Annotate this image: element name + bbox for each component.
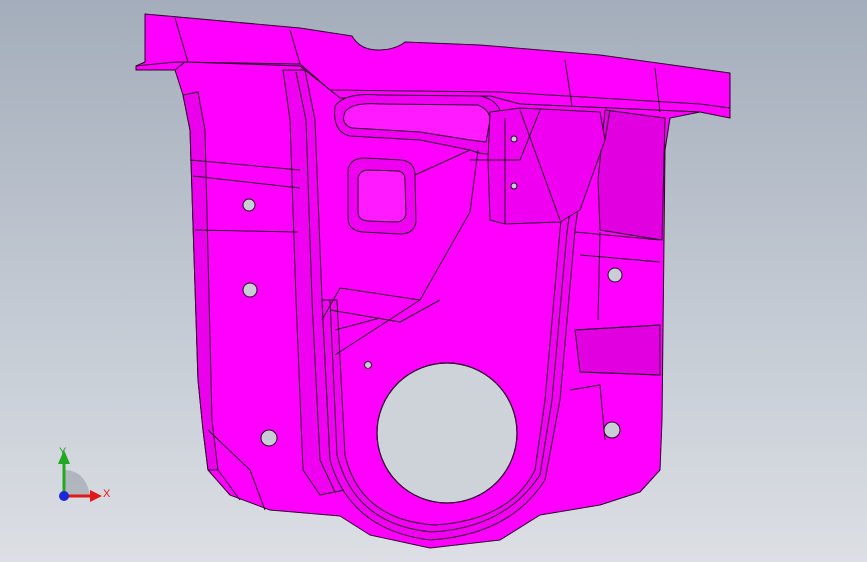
right-lower-shade [574, 324, 661, 376]
hole-right-lower [603, 421, 621, 439]
triad-origin-z [59, 491, 69, 501]
triad-y-label: Y [59, 446, 67, 458]
hole-tab-top [510, 135, 518, 143]
model-canvas[interactable]: Y X [0, 0, 867, 562]
hole-left-middle [242, 282, 258, 298]
graphics-viewport[interactable]: Y X [0, 0, 867, 562]
large-hole [376, 362, 518, 504]
right-shaded-face [597, 109, 666, 241]
hole-center-small [364, 361, 372, 369]
hole-left-lower [260, 429, 278, 447]
hole-tab-bottom [510, 182, 518, 190]
triad-x-arrow [90, 490, 102, 502]
square-pocket-inner [357, 169, 407, 223]
triad-x-label: X [103, 488, 111, 500]
sheet-metal-bracket[interactable] [135, 13, 731, 549]
hole-right-upper [607, 267, 623, 283]
hole-left-upper [242, 198, 256, 212]
triad-xy-plane [64, 470, 90, 495]
coordinate-triad: Y X [58, 446, 111, 502]
